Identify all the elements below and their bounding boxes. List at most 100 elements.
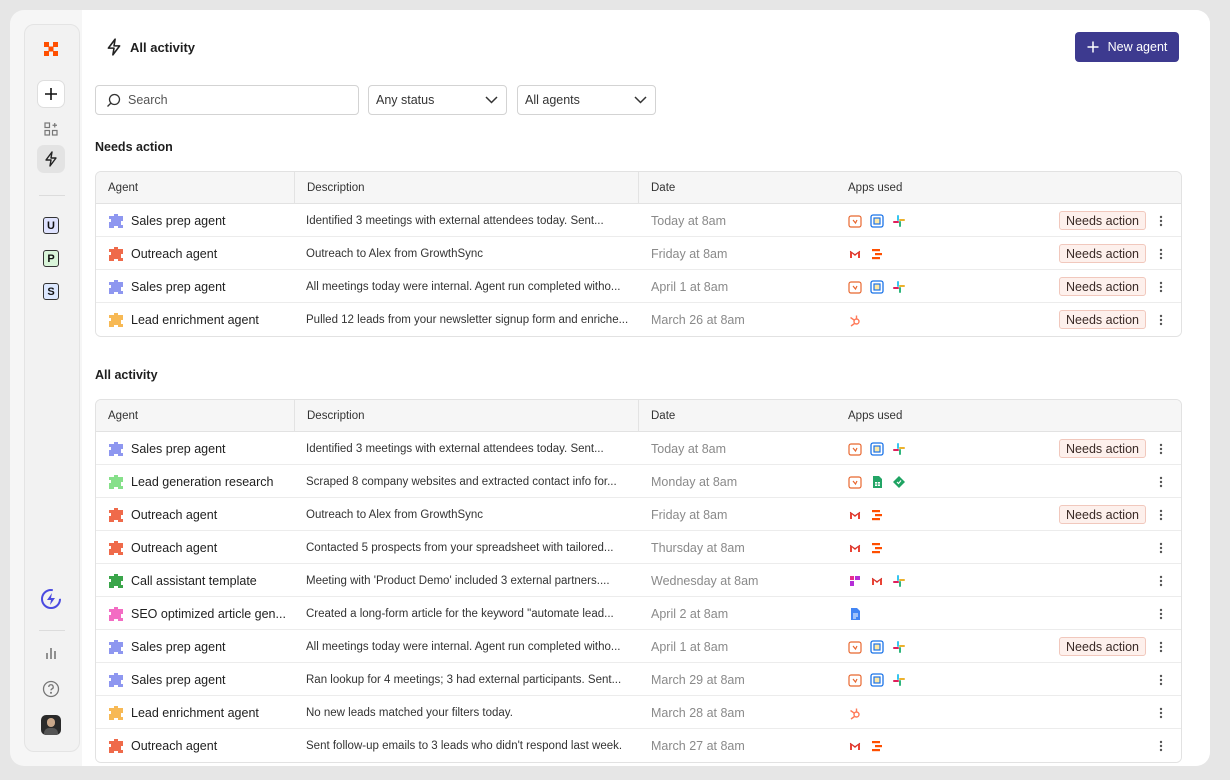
calendar-icon [848,475,862,489]
col-agent: Agent [108,410,139,422]
agent-icon [108,705,124,721]
table-row[interactable]: Lead enrichment agent Pulled 12 leads fro… [96,303,1181,336]
agent-name: SEO optimized article gen... [131,606,286,621]
agents-select[interactable]: All agents [517,85,656,115]
agent-cell: Outreach agent [108,498,298,531]
table-row[interactable]: Outreach agent Outreach to Alex from Grow… [96,237,1181,270]
user-avatar[interactable] [37,711,65,739]
table-row[interactable]: Lead enrichment agent No new leads matche… [96,696,1181,729]
agent-name: Sales prep agent [131,279,226,294]
table-row[interactable]: Outreach agent Sent follow-up emails to 3… [96,729,1181,762]
workspace-s[interactable]: S [43,283,59,300]
more-options-icon[interactable] [1151,465,1171,498]
table-row[interactable]: Lead generation research Scraped 8 compan… [96,465,1181,498]
col-date: Date [638,172,675,204]
table-row[interactable]: Outreach agent Contacted 5 prospects from… [96,531,1181,564]
slack-icon [892,442,906,456]
table-header: Agent Description Date Apps used [96,172,1181,204]
workspace-p[interactable]: P [43,250,59,267]
date-cell: April 2 at 8am [651,606,729,621]
description-cell: No new leads matched your filters today. [306,706,513,719]
help-icon[interactable] [37,675,65,703]
needs-action-badge[interactable]: Needs action [1059,439,1146,458]
new-agent-button[interactable]: New agent [1075,32,1179,62]
more-options-icon[interactable] [1151,630,1171,663]
docs-icon [848,607,862,621]
zapier-icon [870,508,884,522]
calendar-icon [848,442,862,456]
date-cell: March 28 at 8am [651,705,745,720]
apps-cell [848,303,1008,336]
plus-icon [1087,41,1099,53]
table-row[interactable]: Sales prep agent All meetings today were … [96,630,1181,663]
analytics-icon[interactable] [37,639,65,667]
description-cell: Sent follow-up emails to 3 leads who did… [306,739,623,752]
status-select-value: Any status [376,93,435,107]
table-row[interactable]: Sales prep agent All meetings today were … [96,270,1181,303]
new-agent-label: New agent [1107,40,1168,54]
more-options-icon[interactable] [1151,498,1171,531]
activity-icon[interactable] [37,145,65,173]
outlook-icon [870,672,884,687]
description-cell: Outreach to Alex from GrowthSync [306,508,484,521]
agent-name: Sales prep agent [131,639,226,654]
apps-grid-icon[interactable] [37,115,65,143]
slack-icon [892,574,906,588]
description-cell: Identified 3 meetings with external atte… [306,214,604,227]
description-cell: Created a long-form article for the keyw… [306,607,614,620]
description-cell: Ran lookup for 4 meetings; 3 had externa… [306,673,622,686]
agent-name: Sales prep agent [131,672,226,687]
more-options-icon[interactable] [1151,303,1171,336]
more-options-icon[interactable] [1151,237,1171,270]
create-icon[interactable] [37,80,65,108]
more-options-icon[interactable] [1151,204,1171,237]
agent-cell: Sales prep agent [108,663,298,696]
table-row[interactable]: SEO optimized article gen... Created a lo… [96,597,1181,630]
outlook-icon [870,279,884,294]
agent-cell: Sales prep agent [108,432,298,465]
agent-icon [108,573,124,589]
table-row[interactable]: Sales prep agent Identified 3 meetings wi… [96,204,1181,237]
agent-cell: Sales prep agent [108,270,298,303]
more-options-icon[interactable] [1151,432,1171,465]
upgrade-icon[interactable] [37,585,65,613]
status-select[interactable]: Any status [368,85,507,115]
more-options-icon[interactable] [1151,564,1171,597]
all-activity-table: Agent Description Date Apps used Sales prep … [95,399,1182,763]
needs-action-table: Agent Description Date Apps used Sales prep … [95,171,1182,337]
logo-icon[interactable] [37,35,65,63]
zapier-icon [870,739,884,753]
agent-cell: Call assistant template [108,564,298,597]
search-input[interactable]: Search [95,85,359,115]
apps-cell [848,204,1008,237]
date-cell: Today at 8am [651,213,727,228]
table-row[interactable]: Sales prep agent Identified 3 meetings wi… [96,432,1181,465]
col-apps: Apps used [848,410,903,422]
more-options-icon[interactable] [1151,270,1171,303]
calendar-icon [848,214,862,228]
outlook-icon [870,213,884,228]
description-cell: Identified 3 meetings with external atte… [306,442,604,455]
agent-name: Call assistant template [131,573,257,588]
more-options-icon[interactable] [1151,696,1171,729]
description-cell: Contacted 5 prospects from your spreadsh… [306,541,614,554]
hubspot-icon [848,313,862,327]
search-icon [107,93,121,107]
needs-action-badge[interactable]: Needs action [1059,637,1146,656]
agent-name: Outreach agent [131,246,218,261]
more-options-icon[interactable] [1151,597,1171,630]
apps-cell [848,630,1008,663]
needs-action-badge[interactable]: Needs action [1059,211,1146,230]
more-options-icon[interactable] [1151,663,1171,696]
table-row[interactable]: Sales prep agent Ran lookup for 4 meeting… [96,663,1181,696]
workspace-u[interactable]: U [43,217,59,234]
table-row[interactable]: Call assistant template Meeting with 'Pro… [96,564,1181,597]
needs-action-badge[interactable]: Needs action [1059,505,1146,524]
needs-action-badge[interactable]: Needs action [1059,277,1146,296]
table-row[interactable]: Outreach agent Outreach to Alex from Grow… [96,498,1181,531]
needs-action-badge[interactable]: Needs action [1059,244,1146,263]
more-options-icon[interactable] [1151,531,1171,564]
more-options-icon[interactable] [1151,729,1171,762]
col-apps: Apps used [848,182,903,194]
needs-action-badge[interactable]: Needs action [1059,310,1146,329]
